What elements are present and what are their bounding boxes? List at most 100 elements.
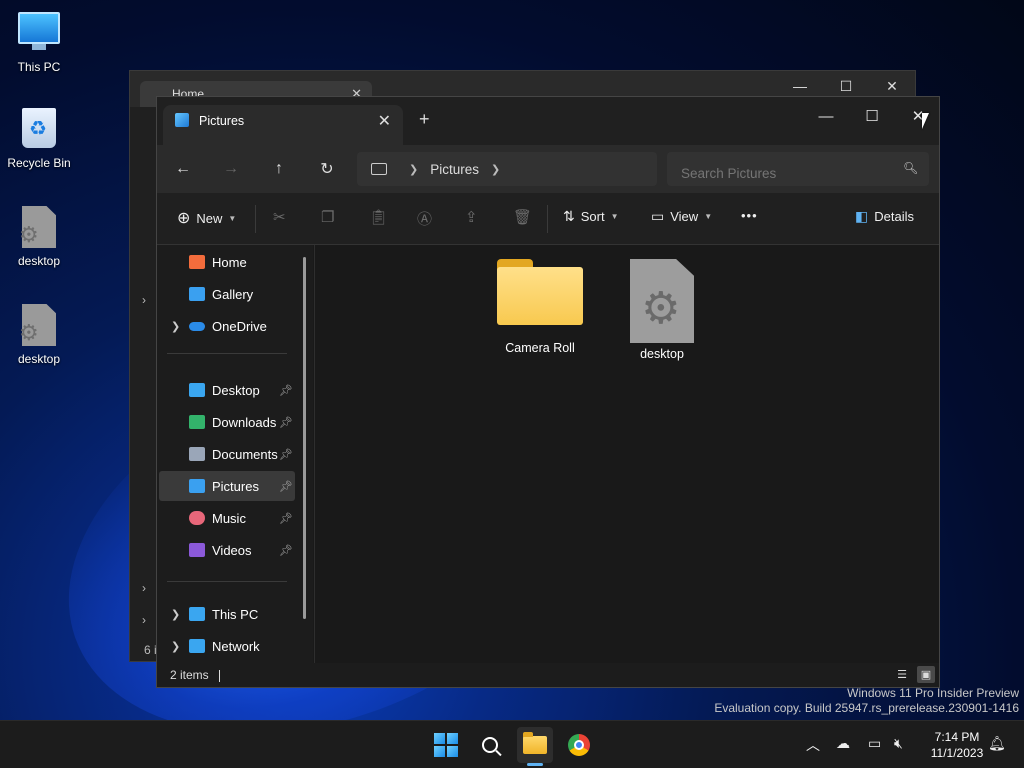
desktop-icon-this-pc[interactable]: This PC — [0, 10, 78, 74]
sidebar-item-home[interactable]: Home — [159, 247, 295, 277]
videos-icon — [189, 543, 205, 557]
chevron-down-icon: ▼ — [704, 212, 713, 221]
file-name: Camera Roll — [505, 341, 575, 355]
sidebar-item-label: OneDrive — [212, 318, 267, 334]
cut-icon[interactable]: ✂ — [273, 208, 286, 226]
delete-icon[interactable]: 🗑︎ — [513, 208, 532, 226]
minimize-button[interactable]: — — [803, 101, 849, 131]
sidebar-item-label: Network — [212, 638, 260, 654]
music-icon — [189, 511, 205, 525]
sidebar-item-videos[interactable]: Videos 📌︎ — [159, 535, 295, 565]
plus-circle-icon: ⊕ — [177, 210, 191, 227]
watermark-line-2: Evaluation copy. Build 25947.rs_prerelea… — [714, 701, 1019, 715]
sidebar-item-pictures[interactable]: Pictures 📌︎ — [159, 471, 295, 501]
desktop-icon-desktop-2[interactable]: ⚙ desktop — [0, 304, 78, 366]
pin-icon[interactable]: 📌︎ — [279, 480, 293, 493]
file-view[interactable]: Camera Roll ⚙ desktop — [315, 245, 939, 663]
file-item-desktop[interactable]: ⚙ desktop — [607, 259, 717, 361]
volume-muted-icon[interactable]: 🔇︎ — [894, 735, 903, 752]
sort-button[interactable]: ⇅ Sort ▼ — [563, 208, 619, 225]
breadcrumb-pictures[interactable]: Pictures — [430, 162, 479, 177]
sidebar-item-this-pc[interactable]: ❯ This PC — [159, 599, 295, 629]
forward-arrow-icon[interactable]: → — [217, 157, 245, 181]
notification-bell-icon[interactable]: 🔔︎ — [988, 735, 1006, 752]
sidebar-item-downloads[interactable]: Downloads 📌︎ — [159, 407, 295, 437]
sidebar-item-gallery[interactable]: Gallery — [159, 279, 295, 309]
chevron-right-icon[interactable]: ❯ — [409, 163, 418, 176]
sort-icon: ⇅ — [563, 208, 575, 224]
maximize-button[interactable]: ☐ — [849, 101, 895, 131]
chrome-icon — [568, 734, 590, 756]
chevron-right-icon[interactable]: ❯ — [171, 640, 180, 653]
divider — [547, 205, 548, 233]
explorer-window[interactable]: Pictures ✕ + — ☐ ✕ ← → ↑ ↻ ❯ Pictures ❯ … — [156, 96, 940, 688]
home-icon — [189, 255, 205, 269]
settings-file-icon: ⚙ — [17, 206, 61, 250]
chevron-right-icon[interactable]: ❯ — [491, 163, 500, 176]
chevron-right-icon[interactable]: ❯ — [171, 320, 180, 333]
new-tab-button[interactable]: + — [419, 109, 430, 130]
search-button[interactable] — [472, 727, 508, 763]
chevron-right-icon[interactable]: › — [142, 581, 146, 595]
gear-icon: ⚙ — [641, 284, 681, 333]
tab-title: Pictures — [199, 114, 245, 128]
pc-icon[interactable] — [371, 163, 387, 175]
desktop-icon-desktop-1[interactable]: ⚙ desktop — [0, 206, 78, 268]
up-arrow-icon[interactable]: ↑ — [265, 157, 293, 181]
sidebar-item-onedrive[interactable]: ❯ OneDrive — [159, 311, 295, 341]
sidebar-item-music[interactable]: Music 📌︎ — [159, 503, 295, 533]
tiles-view-icon[interactable]: ▣ — [917, 666, 935, 683]
breadcrumb[interactable]: ❯ Pictures ❯ — [357, 152, 657, 186]
file-explorer-button[interactable] — [517, 727, 553, 763]
chevron-down-icon: ▼ — [610, 212, 619, 221]
details-button[interactable]: ◧ Details — [855, 208, 914, 225]
sidebar-item-label: Videos — [212, 542, 252, 558]
copy-icon[interactable]: ❐ — [321, 208, 334, 226]
paste-icon[interactable]: 📋︎ — [369, 208, 388, 226]
clock-time: 7:14 PM — [934, 730, 980, 744]
desktop-icon-label: desktop — [17, 254, 61, 268]
more-options-icon[interactable]: ••• — [741, 208, 758, 223]
desktop-icon-recycle-bin[interactable]: Recycle Bin — [0, 106, 78, 170]
tab-close-icon[interactable]: ✕ — [378, 111, 391, 131]
navigation-pane[interactable]: Home Gallery ❯ OneDrive Desktop 📌︎ Downl… — [157, 245, 313, 663]
chevron-up-icon[interactable]: ︿ — [806, 735, 820, 755]
pin-icon[interactable]: 📌︎ — [279, 512, 293, 525]
sidebar-item-label: Downloads — [212, 414, 277, 430]
file-item-camera-roll[interactable]: Camera Roll — [485, 259, 595, 355]
search-icon[interactable]: 🔍︎ — [903, 161, 918, 175]
pin-icon[interactable]: 📌︎ — [279, 384, 293, 397]
settings-file-icon: ⚙ — [17, 304, 61, 348]
pictures-icon — [175, 113, 189, 127]
search-icon — [482, 737, 498, 753]
os-watermark: Windows 11 Pro Insider Preview Evaluatio… — [714, 686, 1019, 716]
sidebar-item-label: Home — [212, 254, 247, 270]
clock[interactable]: 7:14 PM 11/1/2023 — [918, 729, 996, 761]
view-button[interactable]: ▭ View ▼ — [651, 208, 712, 225]
active-app-indicator — [527, 763, 543, 766]
chevron-right-icon[interactable]: › — [142, 613, 146, 627]
details-view-icon[interactable]: ☰ — [893, 666, 911, 683]
sidebar-item-network[interactable]: ❯ Network — [159, 631, 295, 661]
back-arrow-icon[interactable]: ← — [169, 157, 197, 181]
chevron-right-icon[interactable]: ❯ — [171, 608, 180, 621]
start-button[interactable] — [428, 727, 464, 763]
refresh-icon[interactable]: ↻ — [313, 157, 341, 181]
sidebar-item-documents[interactable]: Documents 📌︎ — [159, 439, 295, 469]
share-icon[interactable]: ⇪ — [465, 208, 478, 226]
chevron-right-icon[interactable]: › — [142, 293, 146, 307]
chrome-button[interactable] — [561, 727, 597, 763]
rename-icon[interactable]: Ⓐ — [417, 208, 432, 229]
new-button[interactable]: ⊕ New ▼ — [177, 208, 236, 228]
pin-icon[interactable]: 📌︎ — [279, 448, 293, 461]
sidebar-scrollbar[interactable] — [303, 257, 306, 619]
onedrive-offline-icon[interactable]: ☁ — [836, 735, 850, 752]
network-icon — [189, 639, 205, 653]
sidebar-item-desktop[interactable]: Desktop 📌︎ — [159, 375, 295, 405]
pin-icon[interactable]: 📌︎ — [279, 544, 293, 557]
network-icon[interactable]: ▭ — [868, 735, 881, 752]
search-input[interactable] — [667, 152, 929, 186]
tab-pictures[interactable]: Pictures ✕ — [163, 105, 403, 145]
folder-icon — [523, 732, 547, 754]
pin-icon[interactable]: 📌︎ — [279, 416, 293, 429]
